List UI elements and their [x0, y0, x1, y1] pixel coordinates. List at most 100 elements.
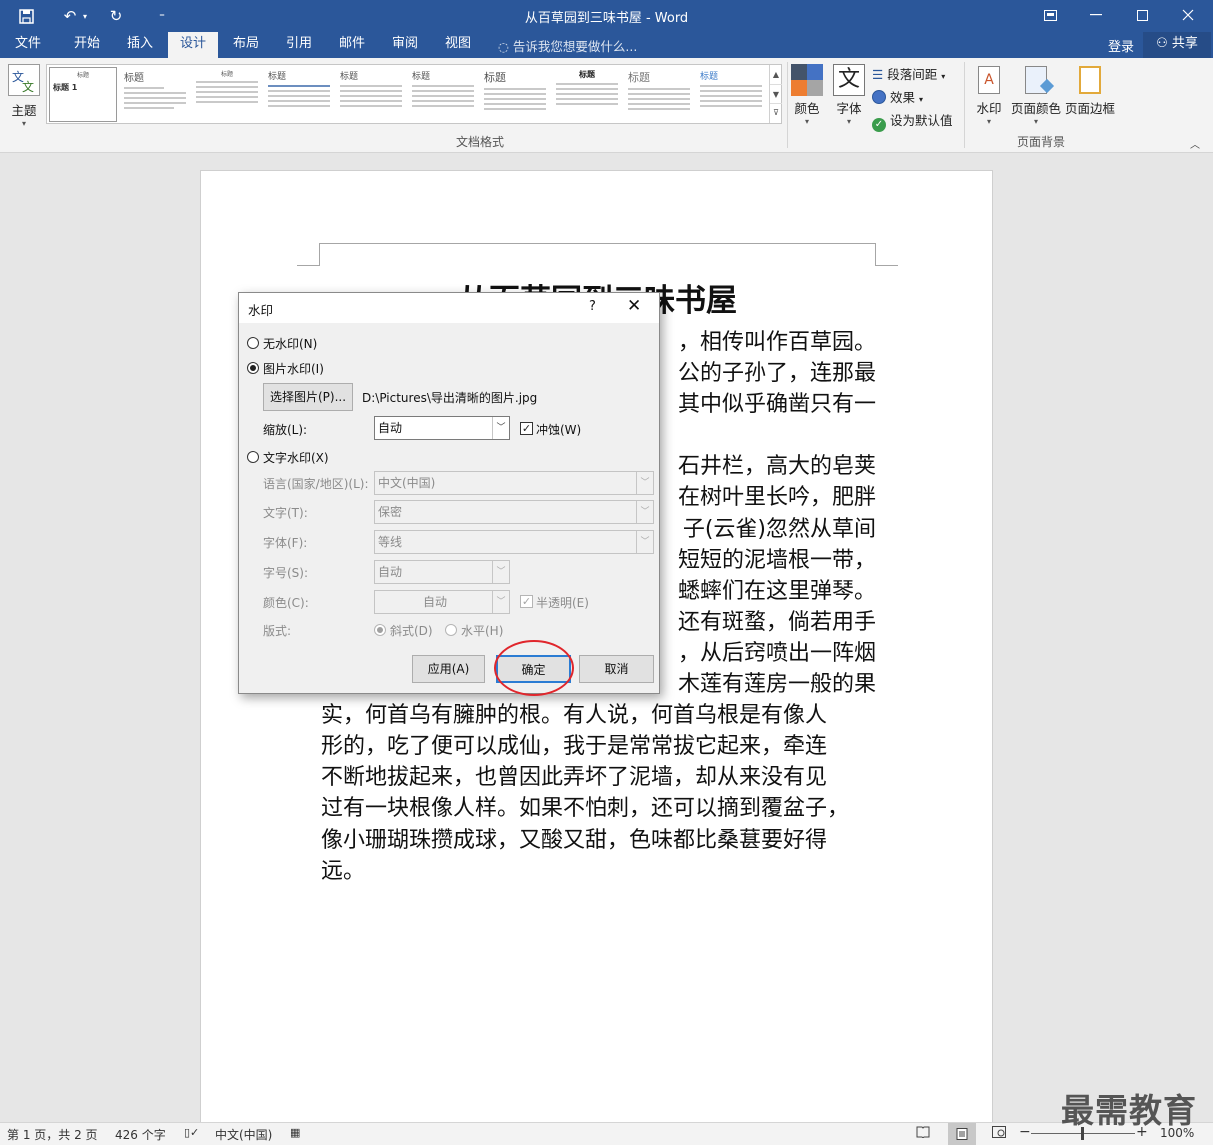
crop-mark: [319, 243, 320, 265]
style-set-item[interactable]: 标题: [553, 67, 621, 122]
page-borders-button[interactable]: 页面边框: [1064, 64, 1116, 117]
font-value: 等线: [378, 535, 403, 549]
semitransparent-label[interactable]: 半透明(E): [536, 594, 589, 611]
paragraph-spacing-button[interactable]: ☰ 段落间距 ▾: [872, 64, 945, 83]
cancel-button[interactable]: 取消: [579, 655, 654, 683]
ribbon: 文 文 主题 ▾ 标题 标题 1 标题 标题 标题 标题 标题 标题 标题 标题…: [0, 58, 1213, 153]
close-window-icon[interactable]: [1165, 0, 1211, 30]
collapse-ribbon-icon[interactable]: ︿: [1190, 136, 1200, 151]
text-watermark-label[interactable]: 文字水印(X): [263, 449, 329, 466]
paragraph-line: 实，何首乌有臃肿的根。有人说，何首乌根是有像人: [321, 703, 828, 729]
paragraph-line: 不断地拔起来，也曾因此弄坏了泥墙，却从来没有见: [321, 765, 828, 791]
tab-insert[interactable]: 插入: [116, 32, 164, 58]
web-layout-icon[interactable]: [992, 1126, 1006, 1138]
tab-design[interactable]: 设计: [168, 32, 218, 58]
proofing-icon[interactable]: ▯✓: [184, 1126, 199, 1139]
style-set-item[interactable]: 标题: [409, 67, 477, 122]
color-combobox[interactable]: 自动 ﹀: [374, 590, 510, 614]
language-combobox[interactable]: 中文(中国) ﹀: [374, 471, 654, 495]
diagonal-label[interactable]: 斜式(D): [390, 622, 433, 639]
read-mode-icon[interactable]: [916, 1126, 930, 1138]
tab-layout[interactable]: 布局: [222, 32, 270, 58]
picture-watermark-label[interactable]: 图片水印(I): [263, 360, 324, 377]
crop-mark: [875, 265, 898, 266]
share-label: 共享: [1171, 36, 1198, 51]
page-color-icon: [1025, 66, 1055, 94]
apply-button[interactable]: 应用(A): [412, 655, 485, 683]
tab-review[interactable]: 审阅: [381, 32, 429, 58]
chevron-down-icon[interactable]: ﹀: [492, 417, 509, 439]
washout-label[interactable]: 冲蚀(W): [536, 421, 581, 438]
style-set-item[interactable]: 标题: [193, 67, 261, 122]
page-color-button[interactable]: 页面颜色 ▾: [1010, 64, 1062, 126]
chevron-down-icon[interactable]: ﹀: [492, 561, 509, 583]
tab-home[interactable]: 开始: [63, 32, 111, 58]
size-combobox[interactable]: 自动 ﹀: [374, 560, 510, 584]
scale-combobox[interactable]: 自动 ﹀: [374, 416, 510, 440]
text-combobox[interactable]: 保密 ﹀: [374, 500, 654, 524]
macro-recording-icon[interactable]: ▦: [290, 1126, 300, 1139]
word-count[interactable]: 426 个字: [115, 1126, 166, 1143]
style-set-item[interactable]: 标题: [625, 67, 693, 122]
no-watermark-radio[interactable]: [247, 337, 259, 349]
ribbon-display-options-icon[interactable]: [1027, 0, 1073, 30]
tell-me-search[interactable]: ◌ 告诉我您想要做什么...: [498, 36, 637, 55]
style-set-gallery[interactable]: 标题 标题 1 标题 标题 标题 标题 标题 标题 标题 标题 标题 ▲ ▼ ⊽: [46, 64, 782, 124]
gallery-more-icon[interactable]: ⊽: [770, 103, 782, 121]
maximize-icon[interactable]: [1119, 0, 1165, 30]
style-set-item[interactable]: 标题: [265, 67, 333, 122]
style-set-item[interactable]: 标题: [337, 67, 405, 122]
page-count[interactable]: 第 1 页，共 2 页: [7, 1126, 98, 1143]
chevron-down-icon[interactable]: ﹀: [492, 591, 509, 613]
diagonal-radio[interactable]: [374, 624, 386, 636]
effects-button[interactable]: 效果 ▾: [872, 87, 923, 106]
login-link[interactable]: 登录: [1108, 36, 1134, 55]
share-button[interactable]: ⚇ 共享: [1143, 32, 1211, 58]
scale-value: 自动: [378, 421, 403, 435]
tab-references[interactable]: 引用: [275, 32, 323, 58]
tab-file[interactable]: 文件: [4, 32, 52, 58]
style-set-item[interactable]: 标题: [481, 67, 549, 122]
washout-checkbox[interactable]: ✓: [520, 422, 533, 435]
text-watermark-radio[interactable]: [247, 451, 259, 463]
style-set-item[interactable]: 标题: [121, 67, 189, 122]
style-set-item[interactable]: 标题: [697, 67, 765, 122]
style-set-item[interactable]: 标题 标题 1: [49, 67, 117, 122]
horizontal-label[interactable]: 水平(H): [461, 622, 503, 639]
chevron-down-icon[interactable]: ﹀: [636, 472, 653, 494]
tab-mailings[interactable]: 邮件: [328, 32, 376, 58]
colors-button[interactable]: 颜色 ▾: [789, 64, 825, 126]
select-picture-button[interactable]: 选择图片(P)...: [263, 383, 353, 411]
group-divider: [787, 62, 788, 148]
paragraph-line: 过有一块根像人样。如果不怕刺，还可以摘到覆盆子，: [321, 796, 850, 822]
print-layout-icon[interactable]: [948, 1123, 976, 1145]
set-as-default-label: 设为默认值: [889, 113, 953, 128]
minimize-icon[interactable]: [1073, 0, 1119, 30]
chevron-down-icon[interactable]: ﹀: [636, 501, 653, 523]
themes-icon: 文 文: [8, 64, 40, 96]
chevron-down-icon[interactable]: ﹀: [636, 531, 653, 553]
themes-button[interactable]: 文 文 主题 ▾: [6, 64, 42, 138]
gallery-down-icon[interactable]: ▼: [770, 84, 782, 103]
font-combobox[interactable]: 等线 ﹀: [374, 530, 654, 554]
picture-watermark-radio[interactable]: [247, 362, 259, 374]
chevron-down-icon: ▾: [21, 119, 26, 128]
horizontal-radio[interactable]: [445, 624, 457, 636]
no-watermark-label[interactable]: 无水印(N): [263, 335, 317, 352]
fonts-button[interactable]: 文 字体 ▾: [831, 64, 867, 126]
gallery-scrollbar[interactable]: ▲ ▼ ⊽: [769, 65, 782, 123]
set-as-default-button[interactable]: ✓ 设为默认值: [872, 110, 953, 132]
semitransparent-checkbox[interactable]: ✓: [520, 595, 533, 608]
watermark-button[interactable]: A 水印 ▾: [970, 64, 1008, 126]
paragraph-spacing-icon: ☰: [872, 67, 884, 82]
ribbon-tabs: 文件 开始 插入 设计 布局 引用 邮件 审阅 视图 ◌ 告诉我您想要做什么..…: [0, 32, 1213, 58]
language-label: 语言(国家/地区)(L):: [263, 477, 369, 491]
language-status[interactable]: 中文(中国): [215, 1126, 272, 1143]
help-icon[interactable]: ?: [589, 299, 596, 314]
zoom-out-icon[interactable]: −: [1019, 1124, 1031, 1140]
close-icon[interactable]: ✕: [627, 296, 641, 316]
tab-view[interactable]: 视图: [434, 32, 482, 58]
size-label: 字号(S):: [263, 566, 309, 580]
watermark-dialog: 水印 ? ✕ 无水印(N) 图片水印(I) 选择图片(P)... D:\Pict…: [238, 292, 660, 694]
gallery-up-icon[interactable]: ▲: [770, 65, 782, 84]
